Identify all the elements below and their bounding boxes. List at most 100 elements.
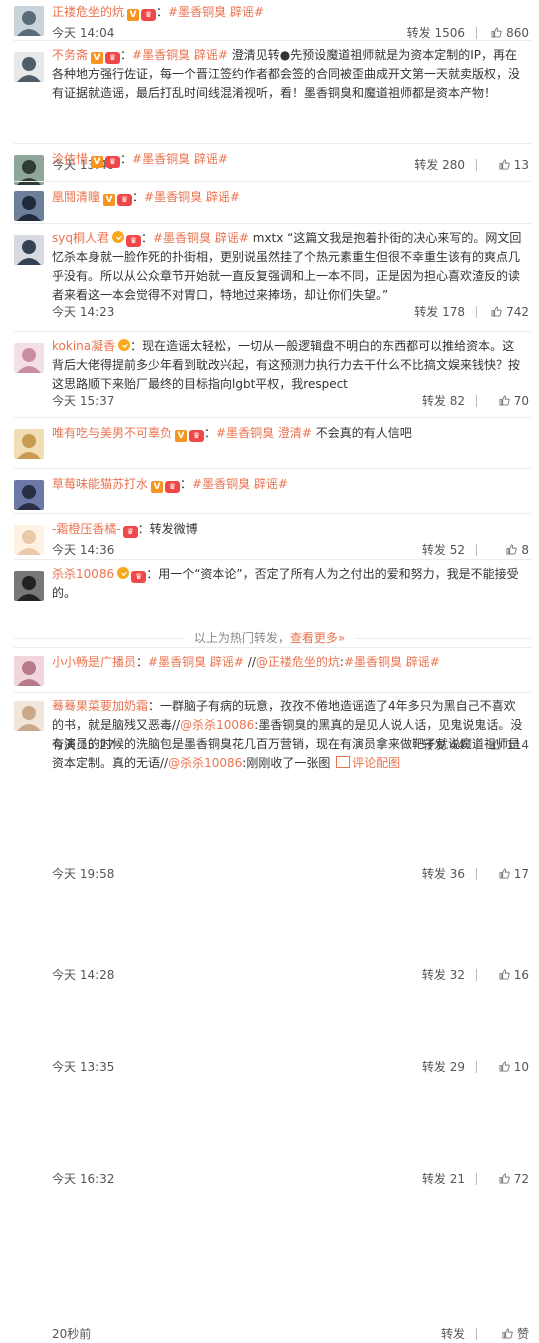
username-link[interactable]: 杀杀10086 xyxy=(52,567,114,581)
hashtag-link[interactable]: #墨香铜臭 辟谣# xyxy=(132,152,228,166)
repost-count-button[interactable]: 转发 52 xyxy=(422,541,465,559)
like-button[interactable]: 70 xyxy=(499,392,529,410)
hashtag-link[interactable]: #墨香铜臭 辟谣# xyxy=(148,655,244,669)
hashtag-link[interactable]: #墨香铜臭 澄清# xyxy=(216,426,312,440)
username-link[interactable]: 正褛危坐的炕 xyxy=(52,5,124,19)
hashtag-link[interactable]: #墨香铜臭 辟谣# xyxy=(192,477,288,491)
timestamp[interactable]: 今天 15:37 xyxy=(52,392,114,410)
hot-repost-divider: 以上为热门转发，查看更多» xyxy=(0,628,539,648)
thumbs-up-icon xyxy=(502,1328,513,1339)
meta-separator xyxy=(476,1061,477,1073)
see-more-link[interactable]: 查看更多 xyxy=(290,631,338,645)
like-button[interactable]: 赞 xyxy=(502,1325,529,1343)
like-button[interactable]: 8 xyxy=(506,541,529,559)
avatar[interactable] xyxy=(14,701,44,731)
meta-separator xyxy=(476,27,477,39)
repost-count-button[interactable]: 转发 82 xyxy=(422,392,465,410)
hashtag-link[interactable]: #墨香铜臭 辟谣# xyxy=(132,48,228,62)
timestamp[interactable]: 今天 13:35 xyxy=(52,1058,114,1076)
vip-crown-icon: ♛ xyxy=(117,194,133,206)
timestamp[interactable]: 今天 19:58 xyxy=(52,865,114,883)
username-link[interactable]: 小小畅是广播员 xyxy=(52,655,136,669)
row-divider xyxy=(14,692,531,693)
username-link[interactable]: -霜橙压香橘- xyxy=(52,522,121,536)
avatar[interactable] xyxy=(14,429,44,459)
avatar[interactable] xyxy=(14,6,44,36)
row-divider xyxy=(14,559,531,560)
timestamp[interactable]: 今天 16:32 xyxy=(52,1170,114,1188)
username-link[interactable]: 草莓味能猫苏打水 xyxy=(52,477,148,491)
repost-count-button[interactable]: 转发 32 xyxy=(422,966,465,984)
mention-link[interactable]: @杀杀10086 xyxy=(168,756,242,770)
mention-link[interactable]: @杀杀10086 xyxy=(180,718,254,732)
avatar[interactable] xyxy=(14,52,44,82)
repost-body-text: ： xyxy=(136,655,149,669)
see-more-arrow[interactable]: » xyxy=(338,631,345,645)
row-divider xyxy=(14,647,531,648)
like-button[interactable]: 16 xyxy=(499,966,529,984)
repost-text: 不务斋 V ♛ ：#墨香铜臭 辟谣# 澄清见转●先预设魔道祖师就是为资本定制的IP，再… xyxy=(52,46,525,103)
like-button[interactable]: 742 xyxy=(491,303,529,321)
thumbs-up-icon xyxy=(491,306,502,317)
avatar[interactable] xyxy=(14,343,44,373)
like-count: 72 xyxy=(513,1172,529,1186)
thumbs-up-icon xyxy=(506,544,518,555)
repost-count-button[interactable]: 转发 xyxy=(441,1325,465,1343)
repost-body-text: :刚刚收了一张图 xyxy=(242,756,335,770)
avatar[interactable] xyxy=(14,571,44,601)
like-button[interactable]: 72 xyxy=(499,1170,529,1188)
avatar[interactable] xyxy=(14,191,44,221)
username-link[interactable]: syq桐人君 xyxy=(52,231,109,245)
verified-v-icon: V xyxy=(175,430,188,442)
repost-text: syq桐人君 ♛ ：#墨香铜臭 辟谣# mxtx “这篇文我是抱着扑街的决心来写的。… xyxy=(52,229,525,305)
hashtag-link[interactable]: #墨香铜臭 辟谣# xyxy=(144,190,240,204)
repost-count-button[interactable]: 转发 36 xyxy=(422,865,465,883)
hashtag-link[interactable]: #墨香铜臭 辟谣# xyxy=(153,231,249,245)
like-button[interactable]: 10 xyxy=(499,1058,529,1076)
verified-v-icon: V xyxy=(151,481,164,493)
username-link[interactable]: 蓦蓦果菜要加奶霜 xyxy=(52,699,148,713)
meta-separator xyxy=(476,1173,477,1185)
avatar[interactable] xyxy=(14,656,44,686)
repost-text: 小小畅是广播员：#墨香铜臭 辟谣# //@正褛危坐的炕:#墨香铜臭 辟谣# xyxy=(52,652,529,672)
username-link[interactable]: 泠依惜 xyxy=(52,152,88,166)
timestamp[interactable]: 20秒前 xyxy=(52,1325,91,1343)
username-link[interactable]: 不务斋 xyxy=(52,48,88,62)
timestamp[interactable]: 今天 14:28 xyxy=(52,966,114,984)
thumbs-up-icon xyxy=(499,1173,510,1184)
like-count: 赞 xyxy=(516,1327,529,1341)
row-divider xyxy=(14,331,531,332)
like-count: 17 xyxy=(513,867,529,881)
like-button[interactable]: 17 xyxy=(499,865,529,883)
comment-image-link[interactable]: 评论配图 xyxy=(352,756,400,770)
repost-count-button[interactable]: 转发 21 xyxy=(422,1170,465,1188)
timestamp[interactable]: 今天 14:36 xyxy=(52,541,114,559)
repost-meta: 今天 14:36 转发 52 8 xyxy=(52,541,529,559)
repost-text: 凰鬩清瞳 V ♛ ：#墨香铜臭 辟谣# xyxy=(52,187,529,207)
repost-body-text: 不会真的有人信吧 xyxy=(311,426,412,440)
vip-crown-icon: ♛ xyxy=(105,52,121,64)
hashtag-link[interactable]: #墨香铜臭 辟谣# xyxy=(344,655,440,669)
meta-separator xyxy=(476,395,477,407)
avatar[interactable] xyxy=(14,480,44,510)
like-count: 742 xyxy=(506,305,529,319)
avatar[interactable] xyxy=(14,235,44,265)
repost-body-text: ：转发微博 xyxy=(137,522,198,536)
username-link[interactable]: 凰鬩清瞳 xyxy=(52,190,100,204)
thumbs-up-icon xyxy=(499,868,510,879)
row-divider xyxy=(14,513,531,514)
repost-body-text: ： xyxy=(120,48,133,62)
avatar[interactable] xyxy=(14,525,44,555)
vip-crown-icon: ♛ xyxy=(189,430,205,442)
row-divider xyxy=(14,143,531,144)
repost-count-button[interactable]: 转发 29 xyxy=(422,1058,465,1076)
level-check-icon xyxy=(117,567,130,579)
timestamp[interactable]: 今天 14:23 xyxy=(52,303,114,321)
mention-link[interactable]: @正褛危坐的炕 xyxy=(256,655,340,669)
repost-body-text: ： xyxy=(132,190,145,204)
hashtag-link[interactable]: #墨香铜臭 辟谣# xyxy=(168,5,264,19)
username-link[interactable]: kokina凝香 xyxy=(52,339,115,353)
username-link[interactable]: 唯有吃与美男不可辜负 xyxy=(52,426,172,440)
like-count: 16 xyxy=(513,968,529,982)
repost-count-button[interactable]: 转发 178 xyxy=(414,303,465,321)
